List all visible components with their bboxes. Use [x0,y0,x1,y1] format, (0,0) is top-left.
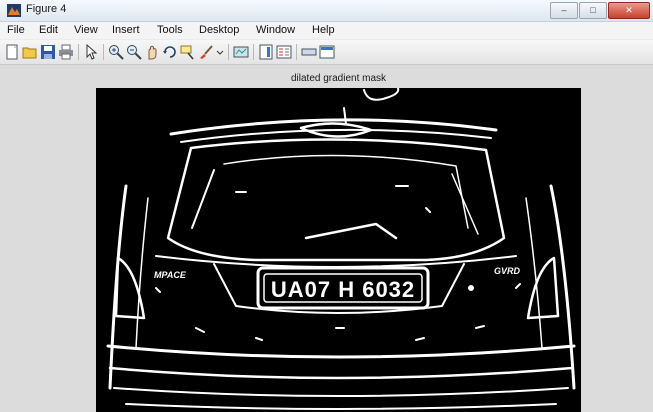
menu-desktop[interactable]: Desktop [199,24,239,36]
insert-legend-icon[interactable] [276,44,292,60]
matlab-logo-icon [7,4,21,17]
rear-window-inner [223,154,469,229]
bumper-line-4 [125,403,557,410]
close-button[interactable]: ✕ [608,2,650,19]
emblem-dot [468,285,474,291]
axes-title: dilated gradient mask [290,73,387,84]
print-icon[interactable] [58,44,74,60]
show-plot-tools-icon[interactable] [319,44,335,60]
edit-plot-arrow-icon[interactable] [83,44,99,60]
hide-plot-tools-icon[interactable] [301,44,317,60]
menu-tools[interactable]: Tools [157,24,183,36]
menu-bar: File Edit View Insert Tools Desktop Wind… [0,22,653,39]
menu-window[interactable]: Window [256,24,295,36]
rear-window-left-line [191,169,215,229]
dilated-gradient-mask-image: UA07 H 6032 MPACE GVRD [106,88,576,410]
toolbar-separator [253,44,254,60]
maximize-button[interactable]: □ [579,2,607,19]
menu-edit[interactable]: Edit [39,24,58,36]
trunk-line [155,255,517,268]
chevron-down-icon[interactable] [212,44,228,60]
bumper-line-2 [108,366,574,380]
toolbar-separator [78,44,79,60]
badge-right-text: GVRD [494,266,521,276]
pan-icon[interactable] [144,44,160,60]
save-icon[interactable] [40,44,56,60]
insert-colorbar-icon[interactable] [258,44,274,60]
body-left-inner [135,197,149,349]
rotate-3d-icon[interactable] [162,44,178,60]
roof-edge [169,118,498,136]
wiper [304,222,398,240]
rear-window-right-line [451,173,479,235]
window-title: Figure 4 [26,3,67,15]
rear-window-outline [166,138,506,262]
license-plate-text: UA07 H 6032 [271,277,415,302]
link-plot-icon[interactable] [233,44,249,60]
tail-light-right [526,256,560,320]
bumper-line-3 [113,387,569,397]
toolbar-separator [228,44,229,60]
open-file-icon[interactable] [22,44,38,60]
zoom-out-icon[interactable] [126,44,142,60]
menu-file[interactable]: File [7,24,25,36]
menu-insert[interactable]: Insert [112,24,140,36]
body-right-outline [549,184,576,390]
bumper-line-1 [106,344,576,359]
minimize-button[interactable]: – [550,2,578,19]
window-controls: – □ ✕ [549,2,650,19]
speckle-marks [155,185,521,341]
toolbar [0,40,653,65]
new-figure-icon[interactable] [4,44,20,60]
badge-left-text: MPACE [154,270,187,280]
toolbar-separator [103,44,104,60]
toolbar-separator [296,44,297,60]
zoom-in-icon[interactable] [108,44,124,60]
antenna-stem [343,107,347,125]
data-cursor-icon[interactable] [180,44,196,60]
title-bar: Figure 4 – □ ✕ [0,0,653,22]
menu-help[interactable]: Help [312,24,335,36]
image-axes: UA07 H 6032 MPACE GVRD [96,88,581,412]
antenna-arc [363,88,400,101]
menu-view[interactable]: View [74,24,98,36]
